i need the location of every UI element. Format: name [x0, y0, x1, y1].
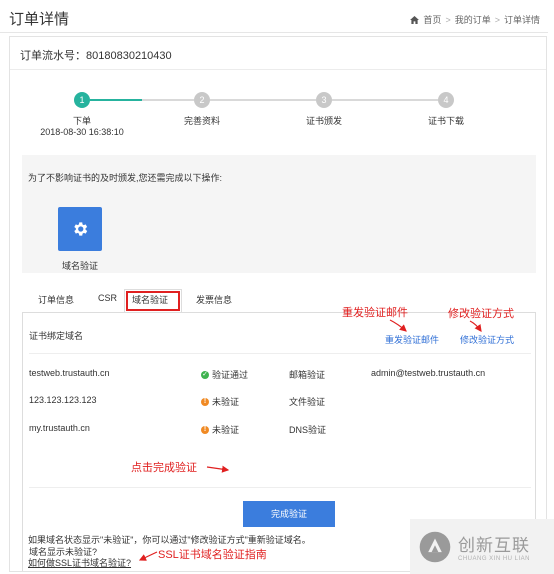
annotation-verify-guide: SSL证书域名验证指南 [158, 549, 267, 561]
step-3-circle: 3 [316, 92, 332, 108]
warning-circle-icon: ! [201, 425, 209, 434]
domain-verify-action-button[interactable] [58, 207, 102, 251]
domain-status: ✓ 验证通过 [201, 368, 248, 381]
watermark-brand: 创新互联 [458, 536, 530, 555]
complete-verification-button[interactable]: 完成验证 [243, 501, 335, 527]
breadcrumb-separator: > [445, 14, 451, 25]
change-verify-method-link[interactable]: 修改验证方式 [460, 333, 514, 346]
domain-row: my.trustauth.cn ! 未验证 DNS验证 [23, 423, 537, 437]
header-divider [0, 32, 548, 33]
breadcrumb-my-orders[interactable]: 我的订单 [455, 13, 491, 26]
step-connector [142, 99, 194, 101]
domain-row: testweb.trustauth.cn ✓ 验证通过 邮箱验证 admin@t… [23, 368, 537, 382]
warning-circle-icon: ! [201, 397, 209, 406]
progress-steps: 1 2 3 4 下单 2018-08-30 16:38:10 完善资料 证书颁发… [10, 87, 546, 147]
annotation-change-method: 修改验证方式 [448, 308, 514, 320]
breadcrumb: 首页 > 我的订单 > 订单详情 [410, 13, 540, 26]
annotation-resend-email: 重发验证邮件 [342, 307, 408, 319]
step-connector [332, 99, 438, 101]
step-connector-done [90, 99, 142, 101]
gear-icon [74, 222, 88, 236]
step-1-time: 2018-08-30 16:38:10 [40, 127, 124, 137]
step-2-circle: 2 [194, 92, 210, 108]
breadcrumb-home[interactable]: 首页 [423, 13, 441, 26]
step-2-label: 完善资料 [183, 116, 220, 126]
verify-email: admin@testweb.trustauth.cn [371, 368, 486, 378]
step-connector [210, 99, 316, 101]
step-1-label: 下单 [72, 116, 91, 126]
domain-row: 123.123.123.123 ! 未验证 文件验证 [23, 395, 537, 409]
domain-status-text: 未验证 [212, 425, 240, 435]
watermark-brand-pinyin: CHUANG XIN HU LIAN [458, 556, 531, 562]
order-serial-number: 订单流水号：80180830210430 [20, 50, 172, 62]
verify-method: 邮箱验证 [289, 370, 326, 380]
pending-actions-box: 为了不影响证书的及时颁发,您还需完成以下操作: 域名验证 [22, 155, 536, 273]
domain-verify-action-label: 域名验证 [61, 261, 98, 271]
resend-verify-email-link[interactable]: 重发验证邮件 [385, 333, 439, 346]
watermark: 创新互联 CHUANG XIN HU LIAN [410, 519, 554, 574]
home-icon [410, 15, 420, 24]
domain-name: my.trustauth.cn [29, 423, 90, 433]
domain-status-text: 验证通过 [212, 370, 249, 380]
divider [29, 353, 531, 354]
divider [29, 487, 531, 488]
bound-domains-title: 证书绑定域名 [29, 331, 84, 341]
page-header: 订单详情 首页 > 我的订单 > 订单详情 [0, 0, 554, 30]
faq-text: 如果域名状态显示"未验证"，你可以通过"修改验证方式"重新验证域名。 [28, 535, 311, 545]
annotation-click-complete: 点击完成验证 [131, 462, 197, 474]
watermark-logo-icon [419, 531, 451, 562]
pending-actions-notice: 为了不影响证书的及时颁发,您还需完成以下操作: [28, 173, 223, 183]
tab-csr[interactable]: CSR [98, 293, 117, 303]
verify-method: 文件验证 [289, 397, 326, 407]
check-circle-icon: ✓ [201, 370, 209, 379]
domain-status: ! 未验证 [201, 423, 239, 436]
watermark-text: 创新互联 CHUANG XIN HU LIAN [458, 531, 530, 562]
domain-name: testweb.trustauth.cn [29, 368, 110, 378]
step-4-label: 证书下载 [427, 116, 464, 126]
verify-method: DNS验证 [289, 425, 327, 435]
breadcrumb-current: 订单详情 [503, 15, 540, 25]
step-3-label: 证书颁发 [305, 116, 342, 126]
step-4-circle: 4 [438, 92, 454, 108]
domain-name: 123.123.123.123 [29, 395, 97, 405]
breadcrumb-separator: > [494, 14, 500, 25]
step-1-circle: 1 [74, 92, 90, 108]
tab-invoice-info[interactable]: 发票信息 [196, 293, 232, 306]
tab-order-info[interactable]: 订单信息 [38, 293, 74, 306]
domain-status-text: 未验证 [212, 397, 240, 407]
divider [10, 69, 546, 70]
tab-domain-verify-label: 域名验证 [132, 295, 169, 305]
page-title: 订单详情 [9, 11, 70, 28]
domain-verify-guide-link[interactable]: 如何做SSL证书域名验证? [28, 556, 131, 569]
order-detail-panel: 订单流水号：80180830210430 1 2 3 4 下单 2018-08-… [9, 36, 547, 572]
domain-status: ! 未验证 [201, 395, 239, 408]
